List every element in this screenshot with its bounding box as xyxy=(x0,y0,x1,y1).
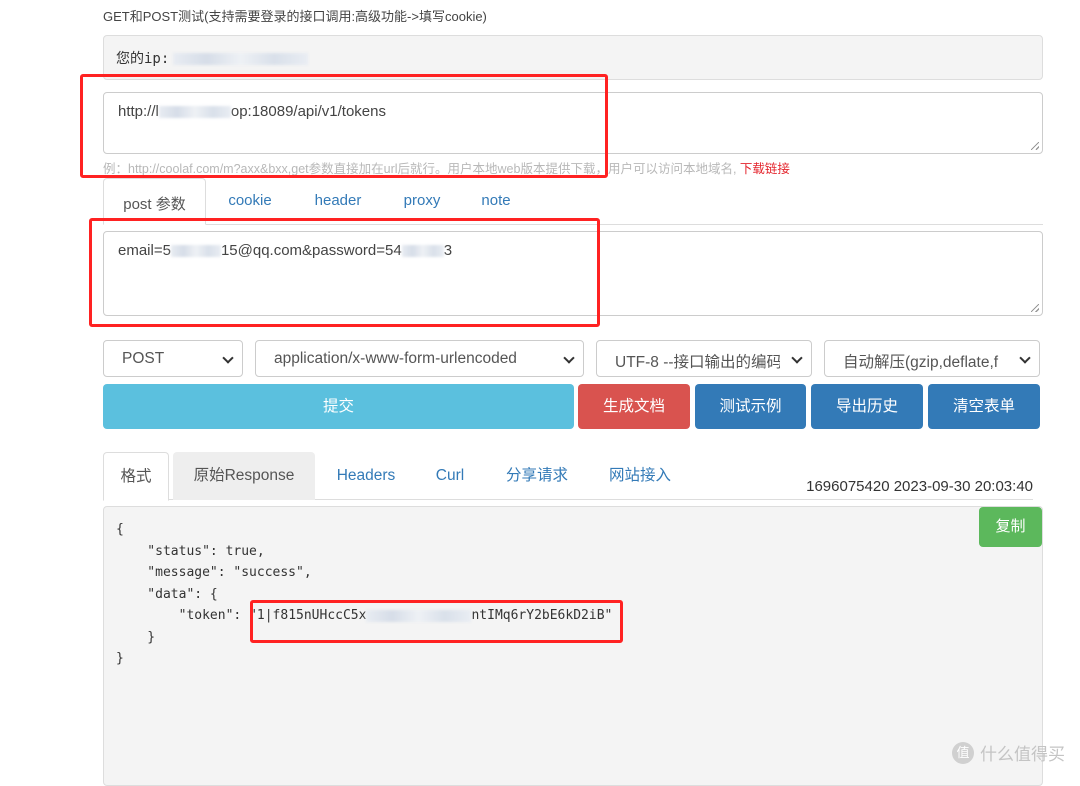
url-input[interactable]: http://l op:18089/api/v1/tokens xyxy=(103,92,1043,154)
tab-raw-response[interactable]: 原始Response xyxy=(173,452,315,500)
options-row: POST application/x-www-form-urlencoded U… xyxy=(103,340,1043,377)
tab-formatted[interactable]: 格式 xyxy=(103,452,169,501)
response-timestamp: 1696075420 2023-09-30 20:03:40 xyxy=(806,478,1033,495)
body-middle: 15@qq.com&password=54 xyxy=(220,242,402,259)
encoding-select[interactable]: UTF-8 --接口输出的编码 xyxy=(596,340,812,377)
email-redacted xyxy=(170,245,221,258)
tab-headers[interactable]: Headers xyxy=(323,452,409,500)
tab-cookie[interactable]: cookie xyxy=(206,178,294,224)
method-select[interactable]: POST xyxy=(103,340,243,377)
ip-label: 您的ip: xyxy=(116,51,170,67)
chevron-down-icon xyxy=(791,352,803,364)
url-suffix: op:18089/api/v1/tokens xyxy=(230,103,386,120)
json-line: } xyxy=(116,651,124,666)
watermark-logo-icon: 值 xyxy=(952,741,974,764)
tab-site-integration[interactable]: 网站接入 xyxy=(597,452,683,500)
tab-header[interactable]: header xyxy=(294,178,382,224)
tab-curl[interactable]: Curl xyxy=(421,452,479,500)
tab-note[interactable]: note xyxy=(462,178,530,224)
url-hint: 例：http://coolaf.com/m?axx&bxx,get参数直接加在u… xyxy=(103,158,790,177)
chevron-down-icon xyxy=(563,352,575,364)
generate-doc-button[interactable]: 生成文档 xyxy=(578,384,690,429)
url-prefix: http://l xyxy=(118,103,159,120)
ip-display: 您的ip: xyxy=(103,35,1043,80)
post-params-input[interactable]: email=5 15@qq.com&password=54 3 xyxy=(103,231,1043,316)
page-title: GET和POST测试(支持需要登录的接口调用:高级功能->填写cookie) xyxy=(103,9,487,24)
body-suffix: 3 xyxy=(443,242,453,259)
encoding-value: UTF-8 --接口输出的编码 xyxy=(615,354,780,371)
submit-button[interactable]: 提交 xyxy=(103,384,574,429)
tab-post-params[interactable]: post 参数 xyxy=(103,178,206,225)
token-suffix: ntIMq6rY2bE6kD2iB" xyxy=(471,608,613,623)
watermark-text: 什么值得买 xyxy=(980,745,1065,764)
ip-redacted xyxy=(173,53,309,65)
method-value: POST xyxy=(122,350,165,367)
resize-grip-icon[interactable] xyxy=(1031,304,1039,312)
response-body: 复制 { "status": true, "message": "success"… xyxy=(103,506,1043,786)
hint-text: 例：http://coolaf.com/m?axx&bxx,get参数直接加在u… xyxy=(103,162,737,176)
body-prefix: email=5 xyxy=(118,242,171,259)
tab-proxy[interactable]: proxy xyxy=(382,178,462,224)
clear-form-button[interactable]: 清空表单 xyxy=(928,384,1040,429)
tab-share-request[interactable]: 分享请求 xyxy=(493,452,581,500)
password-redacted xyxy=(401,245,444,258)
copy-button[interactable]: 复制 xyxy=(979,507,1042,547)
resize-grip-icon[interactable] xyxy=(1031,142,1039,150)
token-redacted xyxy=(366,609,472,622)
json-line: { xyxy=(116,522,124,537)
response-tabs: 格式 原始Response Headers Curl 分享请求 网站接入 169… xyxy=(103,452,1033,501)
json-line: "message": "success", xyxy=(116,565,312,580)
download-link[interactable]: 下载链接 xyxy=(740,162,790,176)
token-prefix: "1|f815nUHccC5x xyxy=(249,608,367,623)
json-line-token: "token": "1|f815nUHccC5x ntIMq6rY2bE6kD2i… xyxy=(116,605,1030,627)
json-line: "status": true, xyxy=(116,543,265,559)
request-tabs: post 参数 cookie header proxy note xyxy=(103,178,1043,225)
token-key: "token": xyxy=(116,608,250,623)
chevron-down-icon xyxy=(1019,352,1031,364)
decompress-value: 自动解压(gzip,deflate,f xyxy=(843,354,999,371)
json-line: } xyxy=(116,629,156,645)
watermark: 值 什么值得买 xyxy=(952,740,1065,765)
export-history-button[interactable]: 导出历史 xyxy=(811,384,923,429)
decompress-select[interactable]: 自动解压(gzip,deflate,f xyxy=(824,340,1040,377)
chevron-down-icon xyxy=(222,352,234,364)
test-example-button[interactable]: 测试示例 xyxy=(695,384,806,429)
url-redacted xyxy=(158,106,231,119)
json-line: "data": { xyxy=(116,586,218,602)
content-type-value: application/x-www-form-urlencoded xyxy=(274,350,517,367)
content-type-select[interactable]: application/x-www-form-urlencoded xyxy=(255,340,584,377)
